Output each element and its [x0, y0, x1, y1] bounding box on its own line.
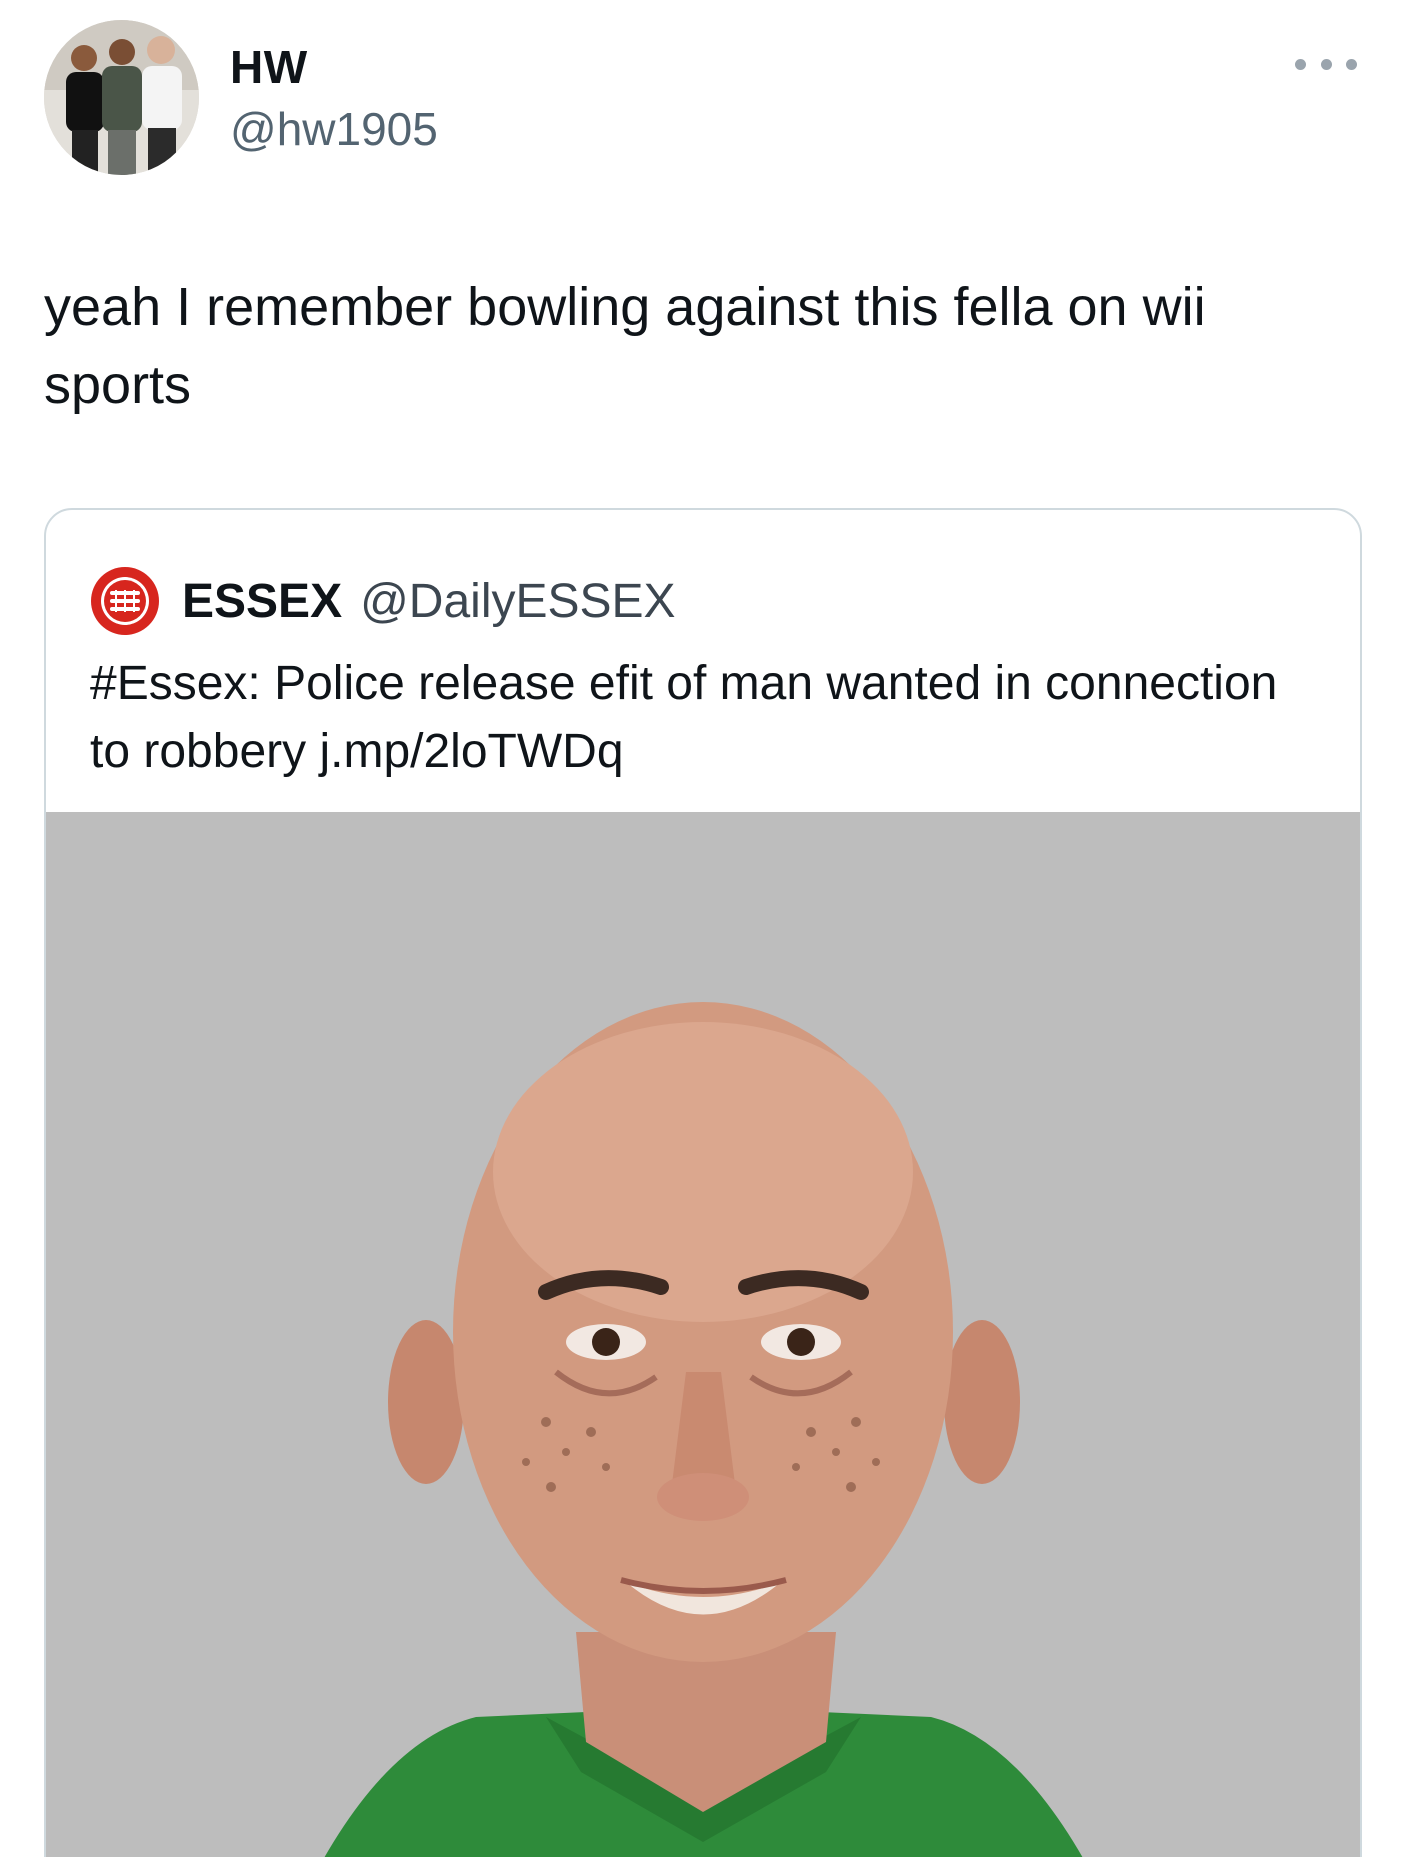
- quoted-tweet-card[interactable]: ESSEX @DailyESSEX #Essex: Police release…: [44, 508, 1362, 1857]
- essex-police-crest-icon: [90, 566, 160, 636]
- dot: [1346, 58, 1357, 70]
- more-options-icon[interactable]: [1295, 52, 1357, 76]
- quoted-author-name[interactable]: ESSEX: [182, 574, 342, 629]
- group-photo-avatar-icon: [44, 20, 199, 175]
- quoted-author-handle[interactable]: @DailyESSEX: [360, 574, 676, 629]
- author-handle[interactable]: @hw1905: [230, 102, 438, 156]
- efit-portrait-drawing: [46, 812, 1360, 1857]
- efit-portrait-image[interactable]: [46, 812, 1360, 1857]
- tweet[interactable]: HW @hw1905 yeah I remember bowling again…: [0, 0, 1406, 1857]
- dot: [1295, 58, 1306, 70]
- author-display-name[interactable]: HW: [230, 40, 308, 94]
- dot: [1320, 58, 1332, 70]
- quoted-tweet-text: #Essex: Police release efit of man wante…: [90, 657, 1278, 778]
- tweet-text: yeah I remember bowling against this fel…: [44, 277, 1206, 415]
- author-avatar[interactable]: [44, 20, 199, 175]
- quoted-tweet-header: ESSEX @DailyESSEX: [90, 566, 676, 636]
